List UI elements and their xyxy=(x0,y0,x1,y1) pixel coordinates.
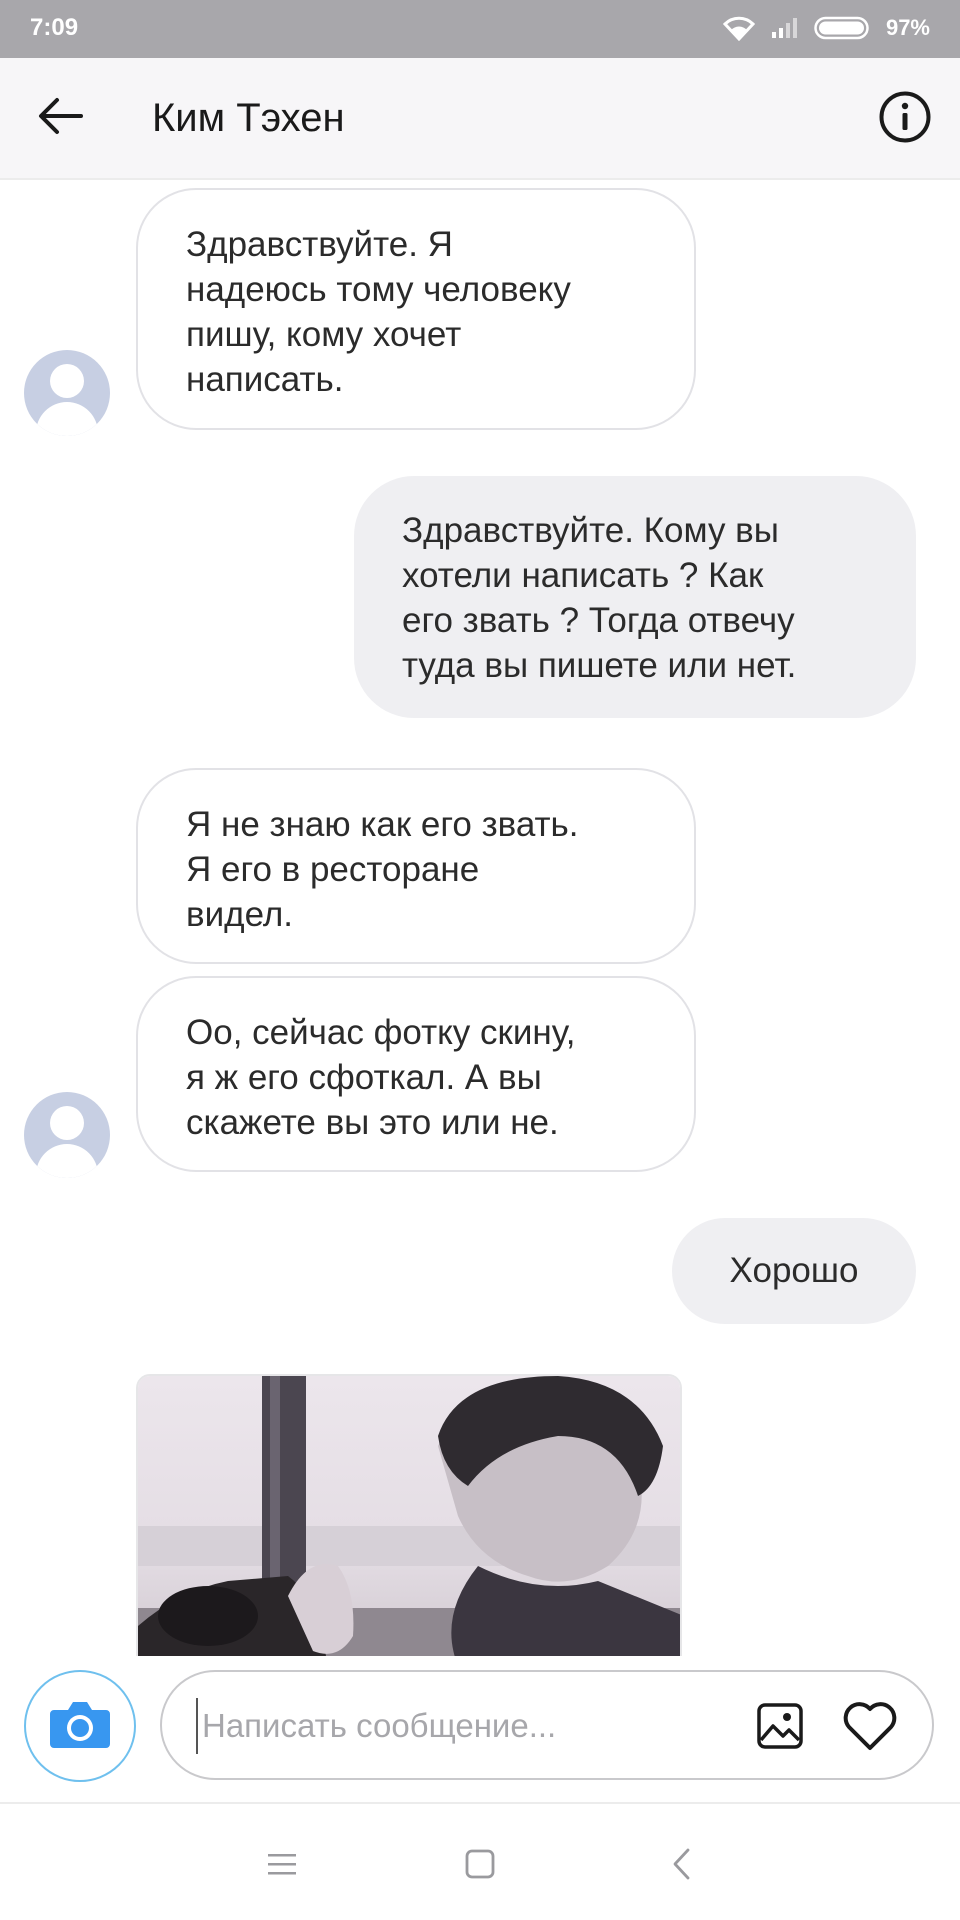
message-line: Здравствуйте. Кому вы xyxy=(402,511,779,550)
arrow-left-icon xyxy=(37,96,83,141)
message-line: я ж его сфоткал. А вы xyxy=(186,1058,542,1097)
status-time: 7:09 xyxy=(30,14,79,41)
message-line: скажете вы это или не. xyxy=(186,1103,559,1142)
avatar-head xyxy=(50,364,84,398)
status-icons: 97% xyxy=(722,12,930,44)
signal-icon xyxy=(770,16,800,40)
battery-percent: 97% xyxy=(885,15,930,40)
message-line: туда вы пишете или нет. xyxy=(402,646,797,685)
camera-button-inner xyxy=(32,1678,128,1774)
battery-icon xyxy=(814,15,872,41)
message-line: Хорошо xyxy=(729,1251,859,1290)
photo-attachment[interactable] xyxy=(136,1374,682,1656)
avatar[interactable] xyxy=(24,1092,110,1178)
message-line: Здравствуйте. Я xyxy=(186,225,453,264)
home-button[interactable] xyxy=(450,1836,510,1896)
chat-header: Ким Тэхен xyxy=(0,58,960,180)
message-line: его звать ? Тогда отвечу xyxy=(402,601,795,640)
message-incoming[interactable]: Я не знаю как его звать. Я его в рестора… xyxy=(136,768,696,964)
message-line: пишу, кому хочет xyxy=(186,315,462,354)
message-input[interactable] xyxy=(196,1698,736,1754)
info-button[interactable] xyxy=(874,88,936,150)
message-outgoing[interactable]: Здравствуйте. Кому вы хотели написать ? … xyxy=(354,476,916,718)
message-line: Я не знаю как его звать. xyxy=(186,805,579,844)
message-line: хотели написать ? Как xyxy=(402,556,764,595)
back-chevron-icon xyxy=(670,1847,694,1886)
message-line: надеюсь тому человеку xyxy=(186,270,571,309)
gallery-button[interactable] xyxy=(752,1700,808,1756)
info-icon xyxy=(878,90,932,149)
message-line: написать. xyxy=(186,360,344,399)
composer xyxy=(0,1656,960,1804)
menu-button[interactable] xyxy=(252,1836,312,1896)
wifi-icon xyxy=(722,15,756,41)
status-bar: 7:09 97% xyxy=(0,0,960,58)
message-line: видел. xyxy=(186,895,294,934)
avatar-body xyxy=(36,402,98,436)
heart-icon xyxy=(841,1700,899,1757)
back-button[interactable] xyxy=(28,88,92,148)
avatar[interactable] xyxy=(24,350,110,436)
photo-image xyxy=(138,1376,680,1656)
avatar-head xyxy=(50,1106,84,1140)
avatar-body xyxy=(36,1144,98,1178)
camera-button[interactable] xyxy=(24,1670,136,1782)
like-button[interactable] xyxy=(838,1696,902,1760)
system-nav-bar xyxy=(0,1806,960,1920)
message-line: Оо, сейчас фотку скину, xyxy=(186,1013,576,1052)
message-incoming[interactable]: Здравствуйте. Я надеюсь тому человеку пи… xyxy=(136,188,696,430)
camera-icon xyxy=(48,1698,112,1755)
image-icon xyxy=(756,1702,804,1755)
system-back-button[interactable] xyxy=(652,1836,712,1896)
message-thread[interactable]: Здравствуйте. Я надеюсь тому человеку пи… xyxy=(0,182,960,1656)
message-line: Я его в ресторане xyxy=(186,850,480,889)
menu-icon xyxy=(266,1850,298,1883)
chat-title: Ким Тэхен xyxy=(152,96,345,140)
message-incoming[interactable]: Оо, сейчас фотку скину, я ж его сфоткал.… xyxy=(136,976,696,1172)
message-outgoing[interactable]: Хорошо xyxy=(672,1218,916,1324)
message-input-container xyxy=(160,1670,934,1780)
home-square-icon xyxy=(464,1848,496,1885)
